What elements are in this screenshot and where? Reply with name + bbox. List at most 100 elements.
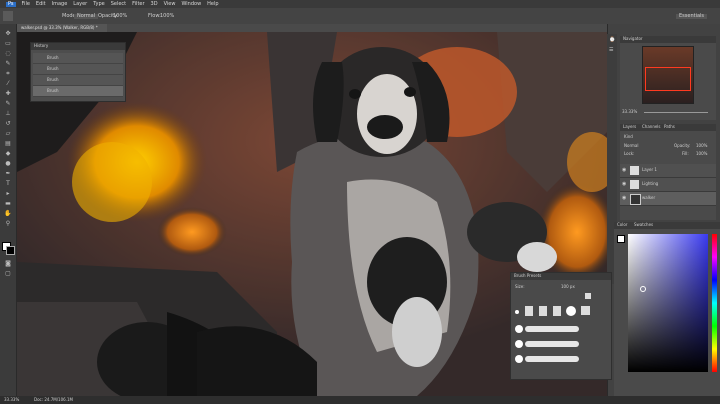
layer-filter-kind[interactable]: Kind (624, 135, 633, 139)
history-brush-icon[interactable]: ↺ (4, 120, 12, 127)
type-tool-icon[interactable]: T (4, 180, 12, 187)
tools-panel: ✥ ▭ ◌ ✎ ⌗ ⁄ ✚ ✎ ⊥ ↺ ▱ ▤ ◆ ● ✒ T ▸ ▬ ✋ ⚲ … (0, 24, 17, 396)
navigator-title: Navigator (623, 36, 643, 41)
tab-channels[interactable]: Channels (642, 125, 661, 129)
navigator-zoom[interactable]: 33.33% (622, 110, 637, 114)
color-panel: Color Swatches (614, 222, 720, 396)
fill-label: Fill: (682, 151, 689, 156)
dodge-tool-icon[interactable]: ● (4, 160, 12, 167)
status-zoom[interactable]: 33.33% (4, 398, 19, 402)
flow-field[interactable]: 100% (160, 14, 174, 19)
brush-stroke-preview[interactable] (525, 326, 579, 332)
layer-opacity-label: Opacity: (674, 143, 691, 148)
status-doc-size: Doc: 24.7M/106.1M (34, 397, 73, 402)
history-panel: History Brush Brush Brush Brush (30, 42, 126, 102)
brush-stroke-preview[interactable] (525, 341, 579, 347)
menu-file[interactable]: File (22, 1, 30, 7)
layer-row[interactable]: ◉ walker (620, 192, 716, 206)
crop-tool-icon[interactable]: ⌗ (4, 70, 12, 77)
navigator-viewbox[interactable] (645, 67, 691, 91)
clone-stamp-icon[interactable]: ⊥ (4, 110, 12, 117)
document-title: walker.psd @ 33.3% (Walker, RGB/8) * (21, 25, 98, 30)
brush-tip-preset[interactable] (539, 306, 547, 316)
visibility-eye-icon[interactable]: ◉ (622, 182, 626, 187)
background-color-swatch[interactable] (6, 246, 15, 255)
layer-opacity-field[interactable]: 100% (696, 144, 707, 148)
gradient-tool-icon[interactable]: ▤ (4, 140, 12, 147)
shape-tool-icon[interactable]: ▬ (4, 200, 12, 207)
color-picker-field[interactable] (628, 234, 708, 372)
lock-label: Lock: (624, 151, 635, 156)
eraser-tool-icon[interactable]: ▱ (4, 130, 12, 137)
blur-tool-icon[interactable]: ◆ (4, 150, 12, 157)
history-state[interactable]: Brush (33, 75, 123, 86)
layer-row[interactable]: ◉ Lighting (620, 178, 716, 192)
visibility-eye-icon[interactable]: ◉ (622, 168, 626, 173)
menu-layer[interactable]: Layer (73, 1, 87, 7)
pen-tool-icon[interactable]: ✒ (4, 170, 12, 177)
brush-tip-preset[interactable] (553, 306, 561, 316)
brush-stroke-preview[interactable] (515, 325, 523, 333)
new-preset-icon[interactable] (585, 293, 591, 299)
brush-stroke-preview[interactable] (515, 355, 523, 363)
lasso-tool-icon[interactable]: ◌ (4, 50, 12, 57)
menu-select[interactable]: Select (111, 1, 126, 7)
document-tab[interactable]: walker.psd @ 33.3% (Walker, RGB/8) * (17, 24, 107, 32)
history-state[interactable]: Brush (33, 53, 123, 64)
brush-tip-preset[interactable] (515, 310, 519, 314)
quick-select-tool-icon[interactable]: ✎ (4, 60, 12, 67)
tab-layers[interactable]: Layers (623, 125, 636, 129)
history-state[interactable]: Brush (33, 86, 123, 97)
brush-stroke-preview[interactable] (525, 356, 579, 362)
menu-3d[interactable]: 3D (151, 1, 158, 7)
properties-icon[interactable]: ☰ (609, 48, 613, 53)
brush-tip-preset[interactable] (566, 306, 576, 316)
menu-image[interactable]: Image (52, 1, 68, 7)
navigator-header: Navigator (620, 36, 716, 43)
brush-tool-icon[interactable]: ✎ (4, 100, 12, 107)
brush-presets-header: Brush Presets (511, 273, 611, 280)
quick-mask-icon[interactable]: ◙ (4, 260, 12, 267)
brush-stroke-preview[interactable] (515, 340, 523, 348)
menu-edit[interactable]: Edit (36, 1, 46, 7)
healing-tool-icon[interactable]: ✚ (4, 90, 12, 97)
hand-tool-icon[interactable]: ✋ (4, 210, 12, 217)
color-header: Color Swatches (614, 222, 720, 229)
history-state-label: Brush (47, 77, 59, 82)
history-state[interactable]: Brush (33, 64, 123, 75)
color-picker-cursor (640, 286, 646, 292)
tab-swatches[interactable]: Swatches (634, 223, 653, 227)
history-title: History (34, 43, 49, 48)
brush-tip-preset[interactable] (581, 306, 590, 315)
layer-row[interactable]: ◉ Layer 1 (620, 164, 716, 178)
navigator-thumbnail[interactable] (642, 46, 694, 104)
fill-field[interactable]: 100% (696, 152, 707, 156)
visibility-eye-icon[interactable]: ◉ (622, 196, 626, 201)
blend-mode-select[interactable]: Normal (624, 144, 638, 148)
hue-slider[interactable] (712, 234, 717, 372)
navigator-zoom-slider[interactable] (644, 112, 708, 113)
mode-select[interactable]: Normal (74, 14, 99, 19)
menu-help[interactable]: Help (207, 1, 218, 7)
brush-tool-icon[interactable] (3, 11, 13, 21)
opacity-field[interactable]: 100% (113, 14, 127, 19)
color-fg-swatch[interactable] (617, 235, 625, 243)
move-tool-icon[interactable]: ✥ (4, 30, 12, 37)
brush-presets-panel: Brush Presets Size: 100 px (510, 272, 612, 380)
screen-mode-icon[interactable]: ▢ (4, 270, 12, 277)
path-select-icon[interactable]: ▸ (4, 190, 12, 197)
tab-paths[interactable]: Paths (664, 125, 675, 129)
brush-size-field[interactable]: 100 px (561, 285, 575, 289)
menu-type[interactable]: Type (93, 1, 104, 7)
marquee-tool-icon[interactable]: ▭ (4, 40, 12, 47)
eyedropper-tool-icon[interactable]: ⁄ (4, 80, 12, 87)
history-state-label: Brush (47, 88, 59, 93)
history-icon[interactable]: ⌚ (609, 38, 615, 43)
workspace-select[interactable]: Essentials (676, 14, 708, 19)
tab-color[interactable]: Color (617, 223, 627, 227)
brush-tip-preset[interactable] (525, 306, 533, 316)
zoom-tool-icon[interactable]: ⚲ (4, 220, 12, 227)
menu-window[interactable]: Window (181, 1, 201, 7)
menu-view[interactable]: View (164, 1, 176, 7)
menu-filter[interactable]: Filter (132, 1, 144, 7)
